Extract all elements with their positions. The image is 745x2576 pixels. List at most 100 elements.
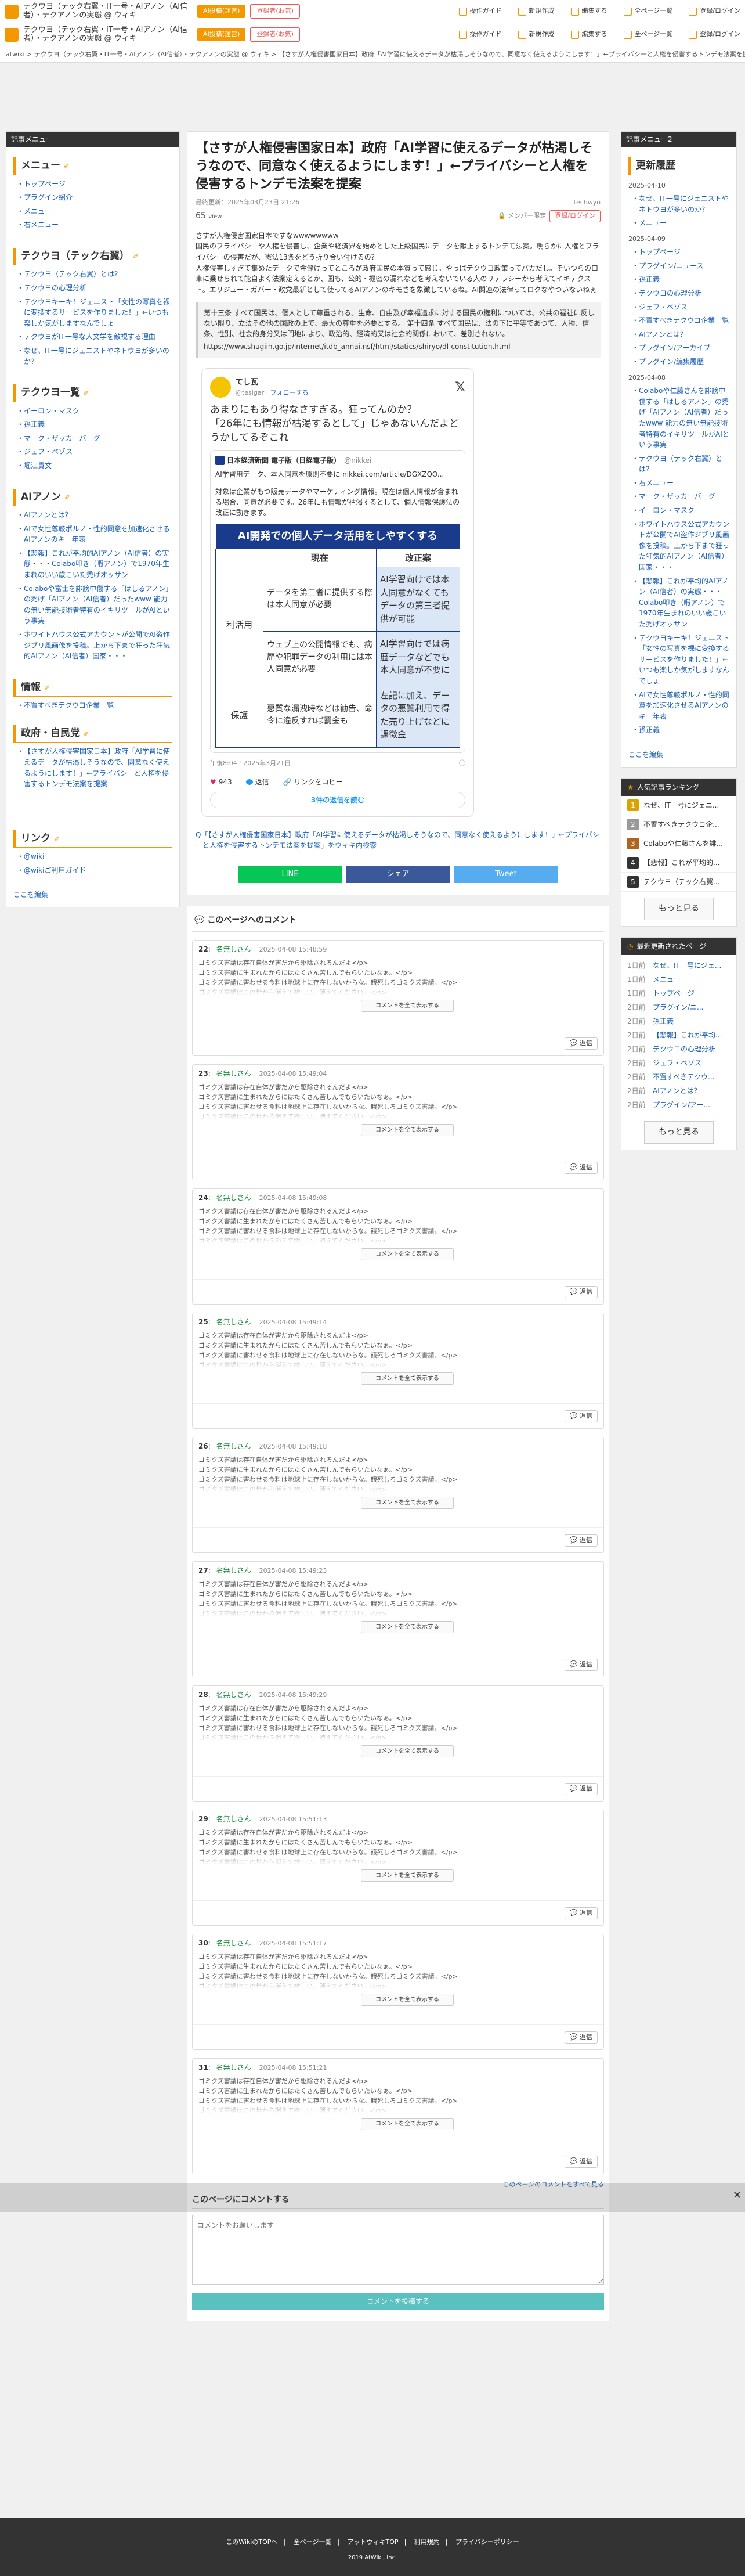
ranking-item[interactable]: 2 不置すべきテクウヨ企...	[621, 815, 736, 834]
reply-button[interactable]: 💬 返信	[564, 2156, 598, 2168]
update-item[interactable]: 孫正義	[632, 725, 729, 736]
nav-new[interactable]: 新規作成	[518, 30, 555, 39]
reply-button[interactable]: 返信	[245, 777, 269, 787]
recent-item[interactable]: 2日前 テクウヨの心理分析	[621, 1042, 736, 1056]
show-full-comment-button[interactable]: コメントを全て表示する	[361, 1248, 454, 1261]
show-full-comment-button[interactable]: コメントを全て表示する	[361, 1994, 454, 2006]
update-item[interactable]: テクウヨ（テック右翼）とは？	[632, 453, 729, 475]
nav-guide[interactable]: 操作ガイド	[458, 30, 502, 39]
menu-item[interactable]: イーロン・マスク	[17, 406, 172, 417]
recent-item[interactable]: 1日前 メニュー	[621, 972, 736, 986]
update-item[interactable]: AIアノンとは？	[632, 329, 729, 340]
right-edit-link[interactable]: ここを編集	[628, 750, 729, 760]
ranking-item[interactable]: 4 【悲報】これが平均的...	[621, 853, 736, 873]
follow-link[interactable]: フォローする	[270, 389, 309, 397]
edit-pen-icon[interactable]: ✐	[133, 253, 139, 261]
nav-edit[interactable]: 編集する	[570, 30, 607, 39]
menu-item[interactable]: 右メニュー	[17, 219, 172, 230]
read-replies-button[interactable]: 3件の返信を読む	[210, 792, 465, 809]
show-full-comment-button[interactable]: コメントを全て表示する	[361, 1497, 454, 1509]
menu-item[interactable]: 【さすが人権侵害国家日本】政府「AI学習に使えるデータが枯渇しそうなので、同意な…	[17, 746, 172, 789]
post-comment-button[interactable]: コメントを投稿する	[192, 2293, 604, 2311]
ranking-item[interactable]: 5 テクウヨ（テック右翼...	[621, 873, 736, 892]
breadcrumb[interactable]: atwiki > テクウヨ（テック右翼・IT一号・AIアノン（AI信者）・テクア…	[0, 46, 745, 63]
menu-item[interactable]: 【悲報】これが平均的AIアノン（AI信者）の実態・・・Colabo叩き（暇アノン…	[17, 548, 172, 581]
edit-pen-icon[interactable]: ✐	[84, 730, 89, 738]
show-full-comment-button[interactable]: コメントを全て表示する	[361, 1372, 454, 1385]
ai-post-button[interactable]: AI投稿(運営)	[197, 28, 246, 41]
recent-more-button[interactable]: もっと見る	[644, 1121, 714, 1144]
menu-item[interactable]: @wiki	[17, 851, 172, 862]
show-full-comment-button[interactable]: コメントを全て表示する	[361, 1124, 454, 1137]
menu-item[interactable]: AIで女性尊厳ポルノ・性的同意を加速化させるAIアノンのキー年表	[17, 524, 172, 545]
recent-item[interactable]: 2日前 プラグイン/アー...	[621, 1098, 736, 1112]
show-full-comment-button[interactable]: コメントを全て表示する	[361, 2118, 454, 2131]
reply-button[interactable]: 💬 返信	[564, 1659, 598, 1671]
menu-item[interactable]: Colaboや富士を誹謗中傷する「はしるアノン」の禿げ「AIアノン（AI信者）だ…	[17, 583, 172, 626]
tweet-time[interactable]: 午後8:04 · 2025年3月21日	[210, 759, 291, 769]
update-item[interactable]: テクウヨの心理分析	[632, 288, 729, 299]
nav-all-pages[interactable]: 全ページ一覧	[623, 6, 672, 16]
author[interactable]: techwyo	[574, 198, 601, 208]
update-item[interactable]: 不置すべきテクウヨ企業一覧	[632, 315, 729, 326]
menu-item[interactable]: マーク・ザッカーバーグ	[17, 433, 172, 444]
info-icon[interactable]: ⓘ	[459, 759, 465, 769]
menu-item[interactable]: ホワイトハウス公式アカウントが公開でAI盗作ジブリ風画像を投稿。上から下まで狂っ…	[17, 629, 172, 662]
recent-item[interactable]: 2日前 孫正義	[621, 1014, 736, 1028]
footer-link[interactable]: アットウィキTOP	[348, 2538, 399, 2546]
ai-post-button[interactable]: AI投稿(運営)	[197, 5, 246, 18]
reply-button[interactable]: 💬 返信	[564, 1162, 598, 1174]
recent-item[interactable]: 1日前 トップページ	[621, 986, 736, 1000]
close-icon[interactable]: ✕	[733, 2188, 742, 2203]
edit-pen-icon[interactable]: ✐	[64, 493, 70, 502]
quote-link[interactable]: https://www.shugiin.go.jp/internet/itdb_…	[204, 341, 595, 352]
nav-edit[interactable]: 編集する	[570, 6, 607, 16]
menu-item[interactable]: なぜ、IT一号にジェニストやネトウヨが多いのか？	[17, 345, 172, 367]
reply-button[interactable]: 💬 返信	[564, 1783, 598, 1795]
reply-button[interactable]: 💬 返信	[564, 1286, 598, 1298]
recent-item[interactable]: 2日前 【悲報】これが平均...	[621, 1028, 736, 1042]
update-item[interactable]: ジェフ・ベゾス	[632, 302, 729, 313]
tweet-handle[interactable]: @tesigar	[236, 389, 264, 397]
update-item[interactable]: 右メニュー	[632, 478, 729, 489]
favorite-button[interactable]: 登録者(お気)	[250, 27, 300, 42]
update-item[interactable]: プラグイン/ニュース	[632, 261, 729, 272]
nav-all-pages[interactable]: 全ページ一覧	[623, 30, 672, 39]
recent-item[interactable]: 2日前 ジェフ・ベゾス	[621, 1056, 736, 1070]
menu-item[interactable]: 孫正義	[17, 419, 172, 430]
update-item[interactable]: Colaboや仁藤さんを誹謗中傷する「はしるアノン」の禿げ「AIアノン（AI信者…	[632, 386, 729, 451]
quoted-tweet[interactable]: 日本経済新聞 電子版（日経電子版） @nikkei AI学習用データ、本人同意を原…	[210, 449, 465, 753]
menu-item[interactable]: プラグイン紹介	[17, 192, 172, 203]
reply-button[interactable]: 💬 返信	[564, 1907, 598, 1919]
favorite-button[interactable]: 登録者(お気)	[250, 4, 300, 19]
reply-button[interactable]: 💬 返信	[564, 2031, 598, 2044]
edit-pen-icon[interactable]: ✐	[84, 389, 89, 397]
reply-button[interactable]: 💬 返信	[564, 1534, 598, 1547]
update-item[interactable]: AIで女性尊厳ポルノ・性的同意を加速化させるAIアノンのキー年表	[632, 690, 729, 722]
update-item[interactable]: 【悲報】これが平均的AIアノン（AI信者）の実態・・・Colabo叩き（暇アノン…	[632, 576, 729, 630]
update-item[interactable]: マーク・ザッカーバーグ	[632, 491, 729, 502]
menu-item[interactable]: テクウヨがIT一号な人文学を敵視する理由	[17, 332, 172, 343]
update-item[interactable]: テクウヨキーキ！ジェニスト「女性の写真を裸に変換するサービスを作りました！」←い…	[632, 633, 729, 687]
menu-item[interactable]: ジェフ・ベゾス	[17, 446, 172, 457]
ranking-item[interactable]: 3 Colaboや仁藤さんを誹...	[621, 834, 736, 853]
update-item[interactable]: トップページ	[632, 247, 729, 258]
show-full-comment-button[interactable]: コメントを全て表示する	[361, 1000, 454, 1013]
footer-link[interactable]: このWikiのTOPへ	[226, 2538, 277, 2546]
menu-item[interactable]: メニュー	[17, 206, 172, 217]
reply-button[interactable]: 💬 返信	[564, 1037, 598, 1050]
login-button[interactable]: 登録/ログイン	[549, 210, 601, 222]
footer-link[interactable]: プライバシーポリシー	[455, 2538, 519, 2546]
show-full-comment-button[interactable]: コメントを全て表示する	[361, 1621, 454, 1634]
menu-item[interactable]: テクウヨ（テック右翼）とは？	[17, 269, 172, 280]
copy-link-button[interactable]: 🔗 リンクをコピー	[283, 777, 343, 787]
tweet-name[interactable]: てし瓦	[236, 377, 309, 388]
wiki-search-link[interactable]: Q「【さすが人権侵害国家日本】政府「AI学習に使えるデータが枯渇しそうなので、同…	[196, 830, 601, 851]
update-item[interactable]: メニュー	[632, 218, 729, 229]
edit-pen-icon[interactable]: ✐	[44, 684, 50, 692]
wiki-title[interactable]: テクウヨ（テック右翼・IT一号・AIアノン（AI信者）・テクアノンの実態 @ ウ…	[23, 2, 197, 21]
edit-pen-icon[interactable]: ✐	[54, 835, 60, 843]
menu-item[interactable]: AIアノンとは？	[17, 510, 172, 521]
footer-link[interactable]: 全ページ一覧	[294, 2538, 332, 2546]
update-item[interactable]: イーロン・マスク	[632, 505, 729, 516]
